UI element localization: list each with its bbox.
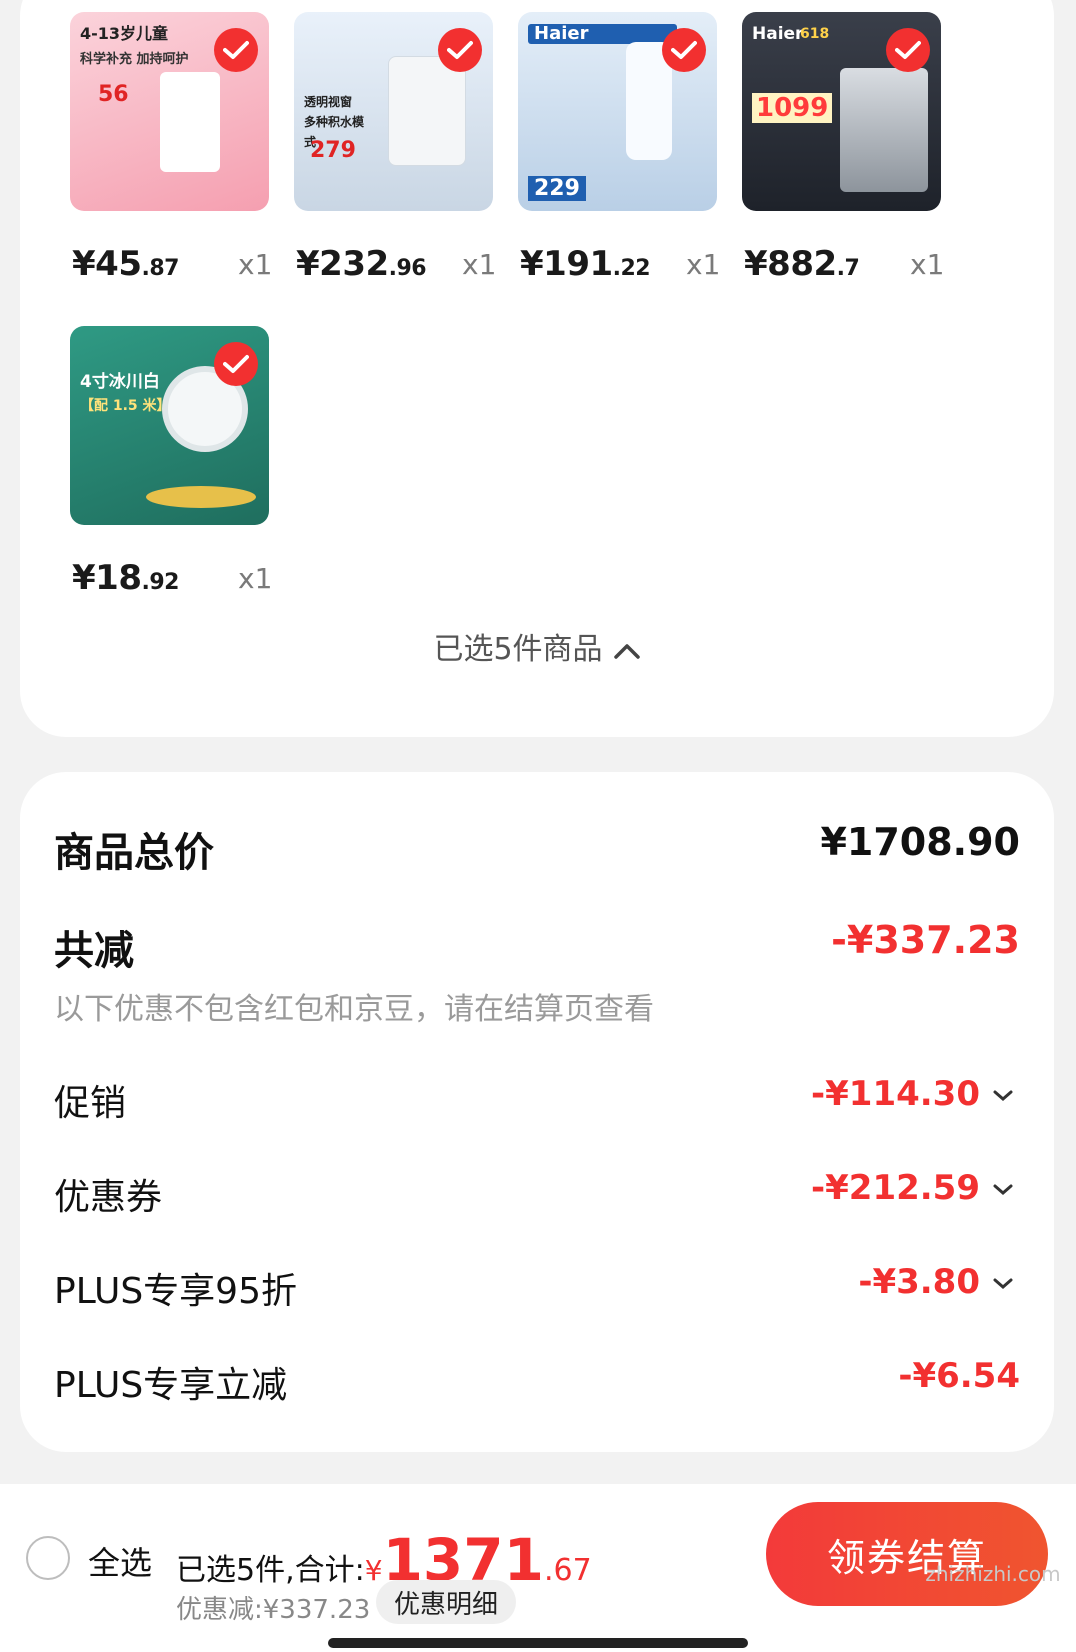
total-reduction-label: 共减 bbox=[54, 928, 134, 974]
product-price: ¥232.96 bbox=[296, 244, 427, 284]
select-all-label[interactable]: 全选 bbox=[88, 1538, 152, 1584]
check-icon[interactable] bbox=[662, 28, 706, 72]
chevron-down-icon bbox=[993, 1278, 1013, 1289]
thumbnail-price: 279 bbox=[310, 138, 356, 163]
product-quantity: x1 bbox=[462, 248, 497, 281]
washer-graphic bbox=[388, 56, 466, 166]
product-quantity: x1 bbox=[910, 248, 945, 281]
coupon-value: -¥212.59 bbox=[811, 1168, 1014, 1208]
product-item[interactable]: 4-13岁儿童 科学补充 加持呵护 56 ¥45.87 x1 bbox=[70, 12, 308, 284]
thumbnail-price: 229 bbox=[528, 176, 586, 201]
total-currency: ¥ bbox=[364, 1554, 383, 1587]
selected-items-label: 已选5件商品 bbox=[433, 632, 603, 667]
brand-logo: Haier bbox=[528, 24, 677, 44]
discount-detail-button[interactable]: 优惠明细 bbox=[376, 1580, 516, 1624]
discount-note-text: 以下优惠不包含红包和京豆，请在结算页查看 bbox=[54, 992, 654, 1027]
product-price: ¥45.87 bbox=[72, 244, 179, 284]
plus-instant-label: PLUS专享立减 bbox=[54, 1365, 288, 1406]
product-quantity: x1 bbox=[686, 248, 721, 281]
product-price: ¥18.92 bbox=[72, 558, 179, 598]
price-summary-card: 商品总价 ¥1708.90 共减 -¥337.23 以下优惠不包含红包和京豆，请… bbox=[20, 772, 1054, 1452]
total-decimal: .67 bbox=[544, 1553, 592, 1588]
fan-base-graphic bbox=[146, 486, 256, 508]
coupon-label: 优惠券 bbox=[54, 1177, 163, 1218]
product-box-graphic bbox=[160, 72, 220, 172]
selected-total-prefix: 已选5件,合计: bbox=[176, 1553, 365, 1588]
checkout-button[interactable]: 领券结算 bbox=[766, 1502, 1048, 1606]
chevron-down-icon bbox=[993, 1090, 1013, 1101]
product-quantity: x1 bbox=[238, 562, 273, 595]
thumbnail-price: 56 bbox=[98, 82, 129, 107]
promotion-value: -¥114.30 bbox=[811, 1074, 1014, 1114]
plus-discount-label: PLUS专享95折 bbox=[54, 1271, 297, 1312]
discount-amount: 优惠减:¥337.23 bbox=[176, 1595, 371, 1625]
product-price: ¥882.7 bbox=[744, 244, 860, 284]
check-icon[interactable] bbox=[214, 342, 258, 386]
thumbnail-title: 4-13岁儿童 bbox=[80, 24, 169, 43]
promotion-label: 促销 bbox=[54, 1083, 127, 1124]
thumbnail-badge: 618 bbox=[800, 26, 830, 42]
total-price-label: 商品总价 bbox=[54, 830, 214, 876]
product-item[interactable]: Haier 618 1099 ¥882.7 x1 bbox=[742, 12, 980, 284]
check-icon[interactable] bbox=[886, 28, 930, 72]
plus-discount-value: -¥3.80 bbox=[858, 1262, 1014, 1302]
product-price: ¥191.22 bbox=[520, 244, 651, 284]
selected-items-toggle[interactable]: 已选5件商品 bbox=[20, 624, 1054, 668]
product-item[interactable]: 透明视窗 多种积水模式 279 ¥232.96 x1 bbox=[294, 12, 532, 284]
chevron-down-icon bbox=[993, 1184, 1013, 1195]
check-icon[interactable] bbox=[438, 28, 482, 72]
watermark: zhizhizhi.com bbox=[925, 1562, 1061, 1586]
select-all-radio[interactable] bbox=[26, 1536, 70, 1580]
selected-products-card: 4-13岁儿童 科学补充 加持呵护 56 ¥45.87 x1 透明视窗 多种积水… bbox=[20, 0, 1054, 737]
thumbnail-price: 1099 bbox=[752, 93, 833, 123]
product-item[interactable]: 4寸冰川白 【配 1.5 米】 ¥18.92 x1 bbox=[70, 326, 308, 598]
checkout-bar: 全选 已选5件,合计:¥1371.67 优惠减:¥337.23 优惠明细 领券结… bbox=[0, 1484, 1076, 1652]
chevron-up-icon bbox=[613, 643, 640, 659]
home-indicator bbox=[328, 1638, 748, 1648]
thumbnail-subtitle: 科学补充 加持呵护 bbox=[80, 52, 189, 67]
total-price-value: ¥1708.90 bbox=[820, 820, 1020, 864]
check-icon[interactable] bbox=[214, 28, 258, 72]
product-item[interactable]: Haier 229 ¥191.22 x1 bbox=[518, 12, 756, 284]
total-reduction-value: -¥337.23 bbox=[831, 918, 1020, 962]
product-quantity: x1 bbox=[238, 248, 273, 281]
plus-instant-value: -¥6.54 bbox=[898, 1356, 1020, 1396]
water-heater-graphic bbox=[840, 68, 928, 192]
